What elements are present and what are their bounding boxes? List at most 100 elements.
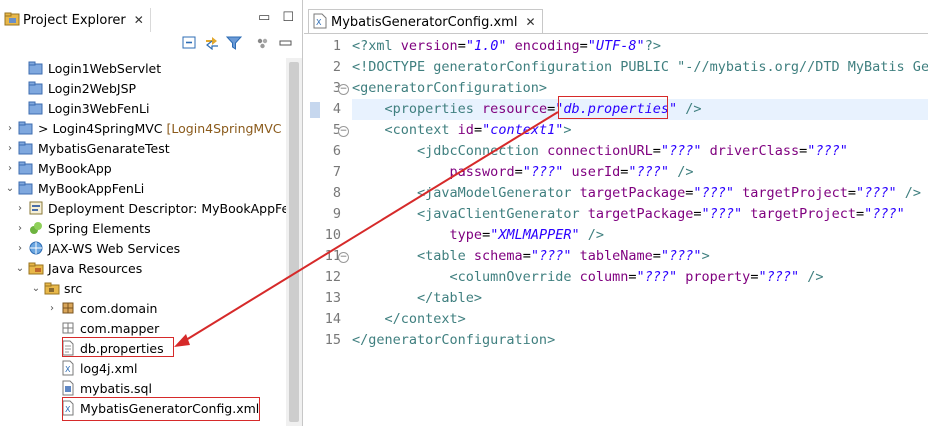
tree-item[interactable]: › MybatisGenarateTest [4,138,170,158]
tree-item[interactable]: Login2WebJSP [14,78,136,98]
line-number: 4 [332,101,341,117]
close-icon[interactable]: ✕ [525,15,535,29]
filter-icon[interactable] [225,36,243,50]
tree-item-label: > Login4SpringMVC [38,120,163,136]
fold-toggle-icon[interactable]: − [338,84,349,95]
tree-item-label: Spring Elements [48,220,151,236]
project-icon [18,180,34,196]
tree-item-decoration: [Login4SpringMVC m [166,120,286,136]
tree-item-label: JAX-WS Web Services [48,240,181,256]
tree-item-label: MyBookAppFenLi [38,180,145,196]
minimize-icon[interactable]: ▭ [258,10,270,25]
expand-arrow-icon[interactable]: › [14,223,26,234]
line-number: 6 [332,143,341,159]
tree-item-label: com.domain [80,300,158,316]
project-icon [18,160,34,176]
xml-file-icon: X [313,13,327,32]
fold-toggle-icon[interactable]: − [338,126,349,137]
minimize-view-icon[interactable] [278,36,294,50]
tree-scrollbar-thumb[interactable] [289,62,299,422]
tree-item-label: com.mapper [80,320,160,336]
code-line-7: password="???" userId="???" /> [449,164,694,180]
code-line-9: <javaClientGenerator targetPackage="???"… [352,206,905,222]
collapse-arrow-icon[interactable]: ⌄ [4,183,16,194]
line-number: 2 [332,59,341,75]
project-explorer-title: Project Explorer [23,12,126,28]
tree-item-label: Deployment Descriptor: MyBookAppFe [48,200,286,216]
editor-tab-mybatis-config[interactable]: X MybatisGeneratorConfig.xml ✕ [308,9,543,34]
expand-arrow-icon[interactable]: › [46,303,58,314]
code-line-11: <table schema="???" tableName="???"> [352,248,710,264]
tree-item-label: MyBookApp [38,160,112,176]
expand-arrow-icon[interactable]: › [4,123,16,134]
tree-item-label: log4j.xml [80,360,138,376]
package-icon [60,300,76,316]
project-explorer-header: Project Explorer ✕ ▭ ☐ [0,0,302,34]
descriptor-icon [28,200,44,216]
tree-item[interactable]: Login1WebServlet [14,58,161,78]
code-area[interactable]: <?xml version="1.0" encoding="UTF-8"?> <… [352,36,928,426]
expand-arrow-icon[interactable]: › [4,163,16,174]
tree-item-label: Login1WebServlet [48,60,162,76]
collapse-all-icon[interactable] [182,36,198,50]
code-line-12: <columnOverride column="???" property="?… [352,269,824,285]
link-with-editor-icon[interactable] [204,36,220,51]
tree-item[interactable]: › JAX-WS Web Services [14,238,180,258]
xml-editor: X MybatisGeneratorConfig.xml ✕ 123456789… [304,0,928,426]
line-number: 7 [332,164,341,180]
project-explorer-icon [4,11,20,30]
project-icon [28,60,44,76]
line-number: 10 [324,227,341,243]
source-folder-icon [44,280,60,296]
spring-icon [28,220,44,236]
line-number: 14 [324,311,341,327]
highlight-box-generator-config-file [62,397,260,421]
tree-item-label: Java Resources [48,260,143,276]
code-line-3: <generatorConfiguration> [352,80,548,96]
tree-item[interactable]: ⌄ Java Resources [14,258,142,278]
tree-item[interactable]: mybatis.sql [46,378,152,398]
tree-item-label: mybatis.sql [80,380,152,396]
tree-item[interactable]: Login3WebFenLi [14,98,149,118]
code-line-15: </generatorConfiguration> [352,332,556,348]
project-tree: Login1WebServlet Login2WebJSP Login3WebFen… [0,58,286,426]
project-explorer-tab[interactable]: Project Explorer ✕ [0,8,151,32]
expand-arrow-icon[interactable]: › [14,243,26,254]
view-menu-icon[interactable] [256,36,272,50]
tree-item[interactable]: com.mapper [46,318,159,338]
collapse-arrow-icon[interactable]: ⌄ [30,283,42,294]
xml-file-icon: X [60,360,76,376]
current-line-marker [310,102,320,118]
highlight-box-db-properties-value [558,96,668,119]
webservice-icon [28,240,44,256]
tree-item-label: Login3WebFenLi [48,100,150,116]
highlight-box-db-properties-file [62,337,174,357]
tree-item[interactable]: › com.domain [46,298,157,318]
expand-arrow-icon[interactable]: › [4,143,16,154]
tree-item[interactable]: › Deployment Descriptor: MyBookAppFe [14,198,286,218]
line-number: 9 [332,206,341,222]
expand-arrow-icon[interactable]: › [14,203,26,214]
fold-toggle-icon[interactable]: − [338,252,349,263]
tree-item[interactable]: › > Login4SpringMVC [Login4SpringMVC m [4,118,286,138]
line-number: 15 [324,332,341,348]
line-number-gutter: 1 2 3 4 5 6 7 8 9 10 11 12 13 14 15− − − [304,36,349,426]
close-icon[interactable]: ✕ [134,13,144,27]
maximize-icon[interactable]: ☐ [282,10,294,25]
tree-item[interactable]: Xlog4j.xml [46,358,138,378]
explorer-toolbar [182,36,294,51]
code-line-8: <javaModelGenerator targetPackage="???" … [352,185,922,201]
tree-item[interactable]: › Spring Elements [14,218,151,238]
project-explorer-panel: Project Explorer ✕ ▭ ☐ Login1WebServlet L… [0,0,303,426]
collapse-arrow-icon[interactable]: ⌄ [14,263,26,274]
editor-tab-bar: X MybatisGeneratorConfig.xml ✕ [304,0,928,34]
line-number: 8 [332,185,341,201]
sql-file-icon [60,380,76,396]
tree-item[interactable]: ⌄ MyBookAppFenLi [4,178,144,198]
code-line-1: <?xml version="1.0" encoding="UTF-8"?> [352,38,661,54]
tree-item[interactable]: ⌄ src [30,278,82,298]
tree-item-label: MybatisGenarateTest [38,140,170,156]
svg-text:X: X [65,365,71,374]
tree-item[interactable]: › MyBookApp [4,158,112,178]
line-number: 13 [324,290,341,306]
